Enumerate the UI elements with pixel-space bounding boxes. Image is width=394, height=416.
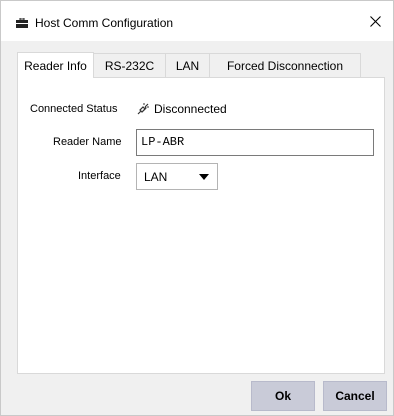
tab-label: Reader Info [24,58,87,73]
cancel-button-label: Cancel [335,389,375,403]
interface-label: Interface [78,170,121,182]
tab-forced-disconnection[interactable]: Forced Disconnection [209,53,361,77]
connected-status-label: Connected Status [30,103,118,115]
tab-label: Forced Disconnection [226,58,344,73]
tab-label: LAN [175,58,200,73]
close-icon [369,15,381,27]
tab-reader-info[interactable]: Reader Info [17,52,94,78]
cancel-button[interactable]: Cancel [323,381,387,411]
tab-rs-232c[interactable]: RS-232C [93,53,166,77]
title-bar: Host Comm Configuration [1,1,393,41]
close-button[interactable] [357,7,393,35]
interface-select[interactable]: LAN [136,163,218,190]
window-title: Host Comm Configuration [35,16,174,30]
dropdown-arrow-icon [199,174,209,180]
reader-name-label: Reader Name [53,136,122,148]
tab-lan[interactable]: LAN [165,53,210,77]
ok-button-label: Ok [274,389,291,403]
tab-label: RS-232C [104,58,155,73]
briefcase-icon [16,18,28,28]
host-comm-config-dialog: Host Comm Configuration Reader Info RS-2… [0,0,394,416]
reader-info-panel: Connected Status Disconnected Reader Nam… [17,77,385,374]
reader-name-input[interactable]: LP-ABR [136,129,374,156]
connected-status: Disconnected [136,102,227,116]
interface-value: LAN [144,169,168,184]
connected-status-value: Disconnected [154,102,227,116]
disconnected-plug-icon [137,103,149,115]
ok-button[interactable]: Ok [251,381,315,411]
